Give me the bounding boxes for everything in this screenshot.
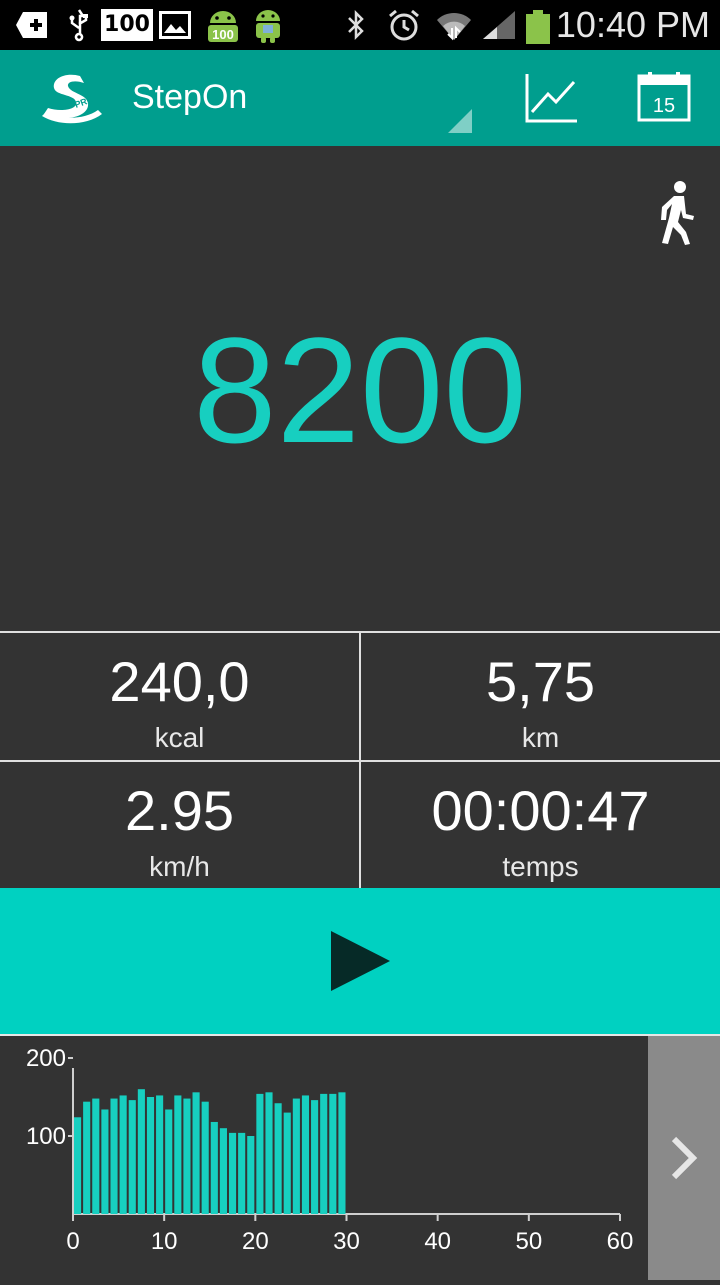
- chart-bar: [119, 1095, 127, 1214]
- status-bar: 100 100 10:40 PM: [0, 0, 720, 50]
- x-tick-label: 40: [424, 1228, 451, 1255]
- stats-chart-button[interactable]: [524, 72, 580, 124]
- x-tick-label: 20: [242, 1228, 269, 1255]
- chart-bar: [329, 1093, 337, 1214]
- y-tick-label: 100: [26, 1123, 66, 1150]
- chart-bar: [165, 1109, 173, 1214]
- chart-bar: [338, 1092, 346, 1214]
- chart-bar: [174, 1095, 182, 1214]
- speed-cell: 2.95 km/h: [0, 762, 359, 889]
- chart-bar: [247, 1136, 255, 1214]
- chart-bar: [156, 1095, 164, 1214]
- speed-value: 2.95: [125, 779, 234, 842]
- x-tick-label: 10: [151, 1228, 178, 1255]
- x-tick-label: 0: [66, 1228, 79, 1255]
- steps-chart: 0 10 20 30 40 50 60 100 200: [0, 1036, 648, 1280]
- chart-bar: [74, 1117, 82, 1214]
- chart-bar: [265, 1092, 273, 1214]
- chart-bar: [311, 1100, 319, 1214]
- calories-value: 240,0: [109, 650, 250, 713]
- chart-bar: [274, 1103, 282, 1214]
- time-value: 00:00:47: [431, 779, 650, 842]
- grid-horizontal-divider: [0, 760, 720, 762]
- line-chart-icon: [525, 74, 577, 123]
- usb-icon: [62, 8, 96, 42]
- chart-bar: [83, 1101, 91, 1214]
- dropdown-indicator-icon[interactable]: [448, 109, 472, 133]
- chart-bar: [292, 1098, 300, 1214]
- x-tick-label: 50: [515, 1228, 542, 1255]
- chart-bar: [128, 1100, 136, 1214]
- distance-value: 5,75: [486, 650, 595, 713]
- x-tick-label: 30: [333, 1228, 360, 1255]
- android-100-icon: 100: [204, 8, 242, 42]
- app-bar: StepOn: [0, 50, 720, 146]
- android-icon: [250, 8, 286, 43]
- play-button[interactable]: [0, 888, 720, 1036]
- calories-unit: kcal: [154, 722, 205, 753]
- add-icon: [14, 8, 50, 42]
- wifi-icon: [434, 8, 474, 42]
- speed-unit: km/h: [149, 851, 210, 882]
- android-100-label: 100: [212, 27, 234, 42]
- chart-bar: [110, 1098, 118, 1214]
- chart-bar: [101, 1109, 109, 1214]
- steps-bar-chart: 0 10 20 30 40 50 60 100 200: [26, 1045, 634, 1255]
- chart-bar: [183, 1098, 191, 1214]
- chart-bar: [238, 1132, 246, 1214]
- image-icon: [158, 8, 192, 42]
- chart-bar: [137, 1089, 145, 1214]
- bluetooth-icon: [342, 8, 370, 42]
- chart-bar: [256, 1093, 264, 1214]
- calories-cell: 240,0 kcal: [0, 633, 359, 760]
- chart-bar: [301, 1095, 310, 1214]
- y-tick-label: 200: [26, 1045, 66, 1072]
- next-chart-button[interactable]: [648, 1036, 720, 1280]
- chart-bar: [219, 1128, 227, 1214]
- play-icon: [331, 931, 390, 991]
- battery-100-label: 100: [101, 9, 153, 41]
- battery-icon: [526, 10, 550, 44]
- calendar-button[interactable]: 15: [636, 72, 692, 124]
- chart-bar: [146, 1097, 155, 1214]
- distance-unit: km: [521, 722, 560, 753]
- chevron-right-icon: [671, 1136, 698, 1180]
- app-logo: PRO: [40, 70, 104, 131]
- alarm-icon: [386, 8, 422, 42]
- step-count: 8200: [193, 306, 527, 474]
- chart-bar: [201, 1101, 209, 1214]
- chart-bar: [192, 1092, 200, 1214]
- app-title[interactable]: StepOn: [132, 78, 247, 117]
- chart-bar: [92, 1098, 100, 1214]
- battery-100-icon: 100: [101, 8, 153, 42]
- status-time: 10:40 PM: [555, 4, 710, 45]
- chart-bar: [320, 1093, 328, 1214]
- time-cell: 00:00:47 temps: [361, 762, 720, 889]
- calendar-icon: 15: [637, 72, 691, 122]
- x-tick-label: 60: [607, 1228, 634, 1255]
- stats-grid: 240,0 kcal 5,75 km 2.95 km/h 00:00:47 te…: [0, 631, 720, 892]
- time-unit: temps: [502, 851, 579, 882]
- walking-person-icon[interactable]: [656, 180, 698, 251]
- calendar-day: 15: [653, 95, 675, 117]
- signal-icon: [480, 8, 518, 42]
- distance-cell: 5,75 km: [361, 633, 720, 760]
- chart-bar: [228, 1132, 237, 1214]
- chart-bar: [210, 1121, 218, 1214]
- chart-bar: [283, 1112, 291, 1214]
